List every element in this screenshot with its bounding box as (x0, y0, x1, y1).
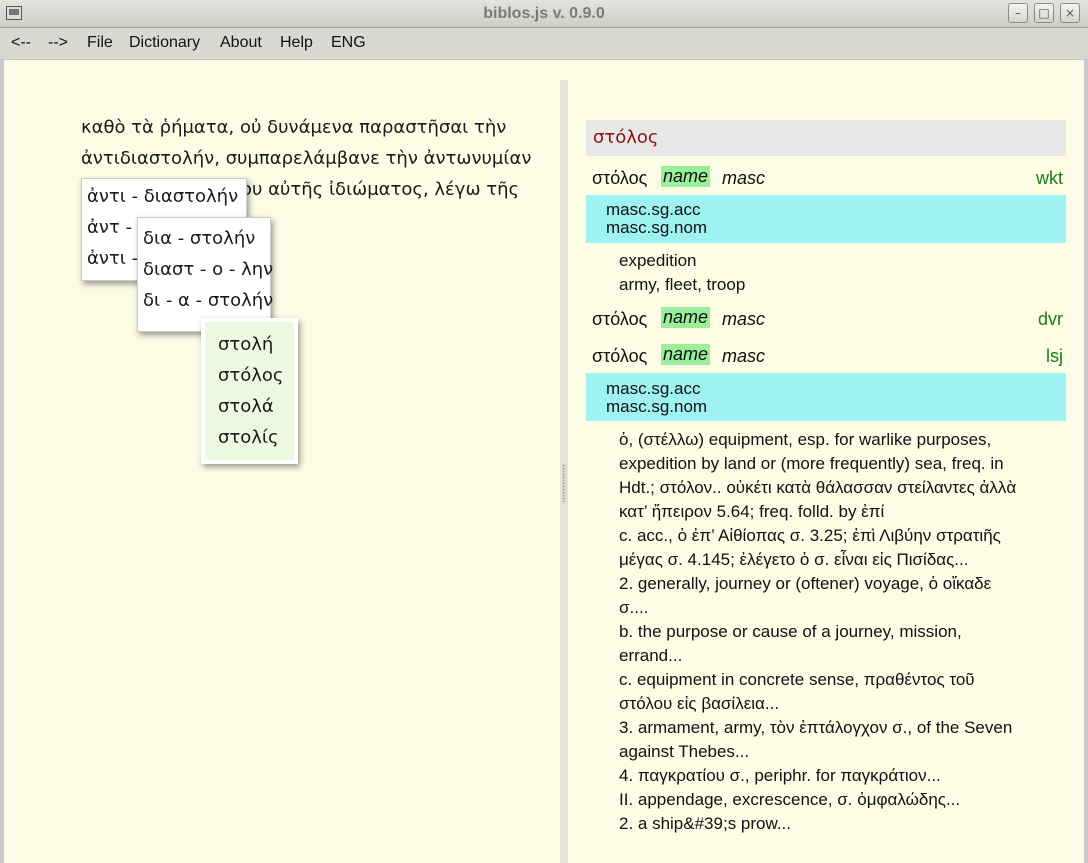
definition-line: II. appendage, excrescence, σ. ὀμφαλώδης… (619, 790, 961, 809)
entry-pos: name (661, 307, 711, 328)
morph-form: masc.sg.acc (606, 200, 701, 219)
definition-line: 3. armament, army, τὸν ἑπτάλογχον σ., of… (619, 718, 1013, 737)
popup-option[interactable]: ἀντι - (87, 248, 138, 269)
lemma-option[interactable]: στόλος (218, 365, 284, 386)
definition-line: 2. generally, journey or (oftener) voyag… (619, 574, 992, 593)
menu-bar: <-- --> File Dictionary About Help ENG (0, 28, 1088, 59)
lemma-option[interactable]: στολή (218, 334, 273, 355)
entry-gender: masc (722, 309, 766, 329)
definition-line: Hdt.; στόλον.. οὐκέτι κατὰ θάλασσαν στεί… (619, 478, 1017, 497)
menu-about[interactable]: About (220, 34, 262, 52)
entry-source: dvr (1037, 309, 1063, 329)
main-content: καθὸ τὰ ῥήματα, οὐ δυνάμενα παραστῆσαι τ… (4, 60, 1084, 863)
entry-source: wkt (1036, 168, 1063, 188)
popup-option[interactable]: δια - στολήν (143, 228, 255, 249)
dictionary-entry: στόλος name masc wkt (586, 166, 1066, 192)
entry-pos: name (661, 166, 711, 187)
popup-option[interactable]: διαστ - ο - λην (143, 259, 273, 280)
definition: army, fleet, troop (619, 275, 746, 294)
lemma-popup: στολή στόλος στολά στολίς (201, 318, 298, 464)
entry-gender: masc (722, 168, 766, 188)
definition-line: errand... (619, 646, 683, 665)
text-line[interactable]: ἀντιδιαστολήν, συμπαρελάμβανε τὴν ἀντωνυ… (81, 143, 551, 174)
minimize-button[interactable]: – (1008, 3, 1028, 23)
definition-line: 2. a ship&#39;s prow... (619, 814, 791, 833)
forward-button[interactable]: --> (48, 34, 68, 52)
popup-option[interactable]: ἀντ - ι (87, 217, 144, 238)
headword: στόλος (593, 127, 659, 148)
title-bar: biblos.js v. 0.9.0 – □ × (0, 0, 1088, 28)
maximize-button[interactable]: □ (1034, 3, 1054, 23)
entry-lemma: στόλος (592, 309, 648, 329)
splitter-grip[interactable] (562, 464, 566, 502)
back-button[interactable]: <-- (11, 34, 31, 52)
definition-line: expedition by land or (more frequently) … (619, 454, 1004, 473)
definition: expedition (619, 251, 697, 270)
entry-pos: name (661, 344, 711, 365)
morph-form: masc.sg.nom (606, 397, 708, 416)
lemma-option[interactable]: στολίς (218, 427, 279, 448)
menu-dictionary[interactable]: Dictionary (129, 34, 200, 52)
pane-splitter[interactable] (560, 80, 568, 863)
menu-language[interactable]: ENG (331, 34, 366, 52)
definition-line: ὁ, (στέλλω) equipment, esp. for warlike … (619, 430, 992, 449)
definition-line: b. the purpose or cause of a journey, mi… (619, 622, 962, 641)
definition-line: στόλου εἰς βασίλεια... (619, 694, 780, 713)
lsj-definition: ὁ, (στέλλω) equipment, esp. for warlike … (619, 428, 1016, 836)
menu-help[interactable]: Help (280, 34, 313, 52)
definition-line: μέγας σ. 4.145; ἐλέγετο ὁ σ. εἶναι εἰς Π… (619, 550, 969, 569)
menu-file[interactable]: File (87, 34, 113, 52)
entry-source: lsj (1046, 346, 1063, 366)
lemma-option[interactable]: στολά (218, 396, 274, 417)
dictionary-header: στόλος (586, 120, 1066, 156)
popup-option[interactable]: ἀντι - διαστολήν (87, 186, 238, 207)
popup-option[interactable]: δι - α - στολήν (143, 290, 273, 311)
dictionary-entry: στόλος name masc lsj (586, 344, 1066, 370)
entry-lemma: στόλος (592, 168, 648, 188)
morph-form: masc.sg.nom (606, 218, 708, 237)
definition-line: c. acc., ὁ ἐπ’ Αἰθίοπας σ. 3.25; ἐπὶ Λιβ… (619, 526, 1001, 545)
definition-line: against Thebes... (619, 742, 750, 761)
text-line[interactable]: καθὸ τὰ ῥήματα, οὐ δυνάμενα παραστῆσαι τ… (81, 112, 551, 143)
morph-form: masc.sg.acc (606, 379, 701, 398)
definition-line: 4. παγκρατίου σ., periphr. for παγκράτιο… (619, 766, 941, 785)
definition-list: expedition army, fleet, troop (619, 249, 745, 297)
segmentation-popup-2: δια - στολήν διαστ - ο - λην δι - α - στ… (137, 217, 273, 332)
window-title: biblos.js v. 0.9.0 (483, 5, 605, 22)
close-button[interactable]: × (1060, 3, 1080, 23)
definition-line: c. equipment in concrete sense, πραθέντο… (619, 670, 975, 689)
morphology-box: masc.sg.acc masc.sg.nom (586, 195, 1066, 243)
definition-line: σ.... (619, 598, 649, 617)
entry-lemma: στόλος (592, 346, 648, 366)
morphology-box: masc.sg.acc masc.sg.nom (586, 373, 1066, 421)
dictionary-entry: στόλος name masc dvr (586, 307, 1066, 333)
definition-line: κατ’ ἤπειρον 5.64; freq. folld. by ἐπί (619, 502, 885, 521)
entry-gender: masc (722, 346, 766, 366)
